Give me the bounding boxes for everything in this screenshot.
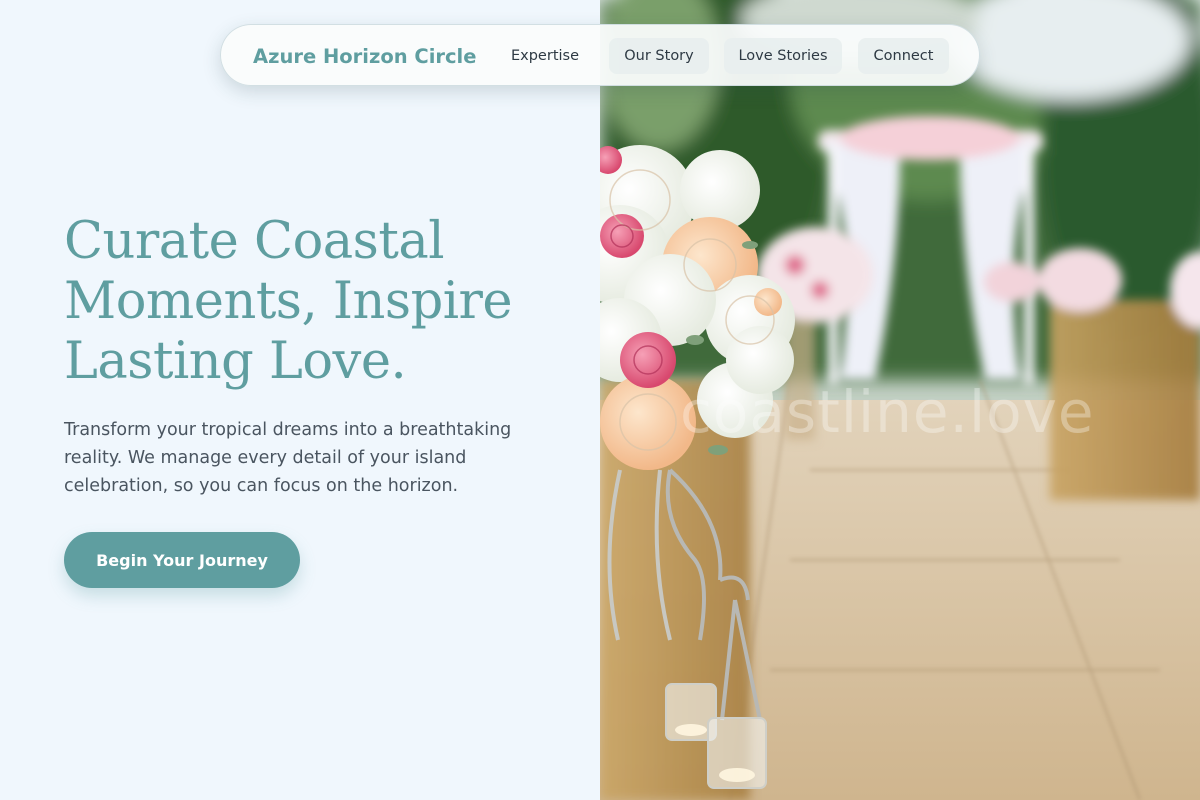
headline-line: Curate Coastal <box>64 212 445 271</box>
headline-line: Lasting Love. <box>64 332 407 391</box>
nav-expertise[interactable]: Expertise <box>493 38 597 74</box>
headline-line: Moments, Inspire <box>64 272 513 331</box>
nav-our-story[interactable]: Our Story <box>609 38 709 74</box>
hero-text-panel: Curate Coastal Moments, Inspire Lasting … <box>0 0 600 800</box>
top-navbar: Azure Horizon Circle Expertise Our Story… <box>220 24 980 86</box>
begin-journey-button[interactable]: Begin Your Journey <box>64 532 300 588</box>
nav-connect[interactable]: Connect <box>858 38 949 74</box>
subtext-line: Transform your tropical dreams into a br… <box>64 420 512 440</box>
subtext-line: celebration, so you can focus on the hor… <box>64 476 459 496</box>
hero-headline: Curate Coastal Moments, Inspire Lasting … <box>64 212 564 392</box>
brand-logo[interactable]: Azure Horizon Circle <box>253 25 476 87</box>
hero-subtext: Transform your tropical dreams into a br… <box>64 416 564 500</box>
watermark-text: coastline.love <box>680 378 1095 446</box>
nav-love-stories[interactable]: Love Stories <box>724 38 842 74</box>
subtext-line: reality. We manage every detail of your … <box>64 448 467 468</box>
